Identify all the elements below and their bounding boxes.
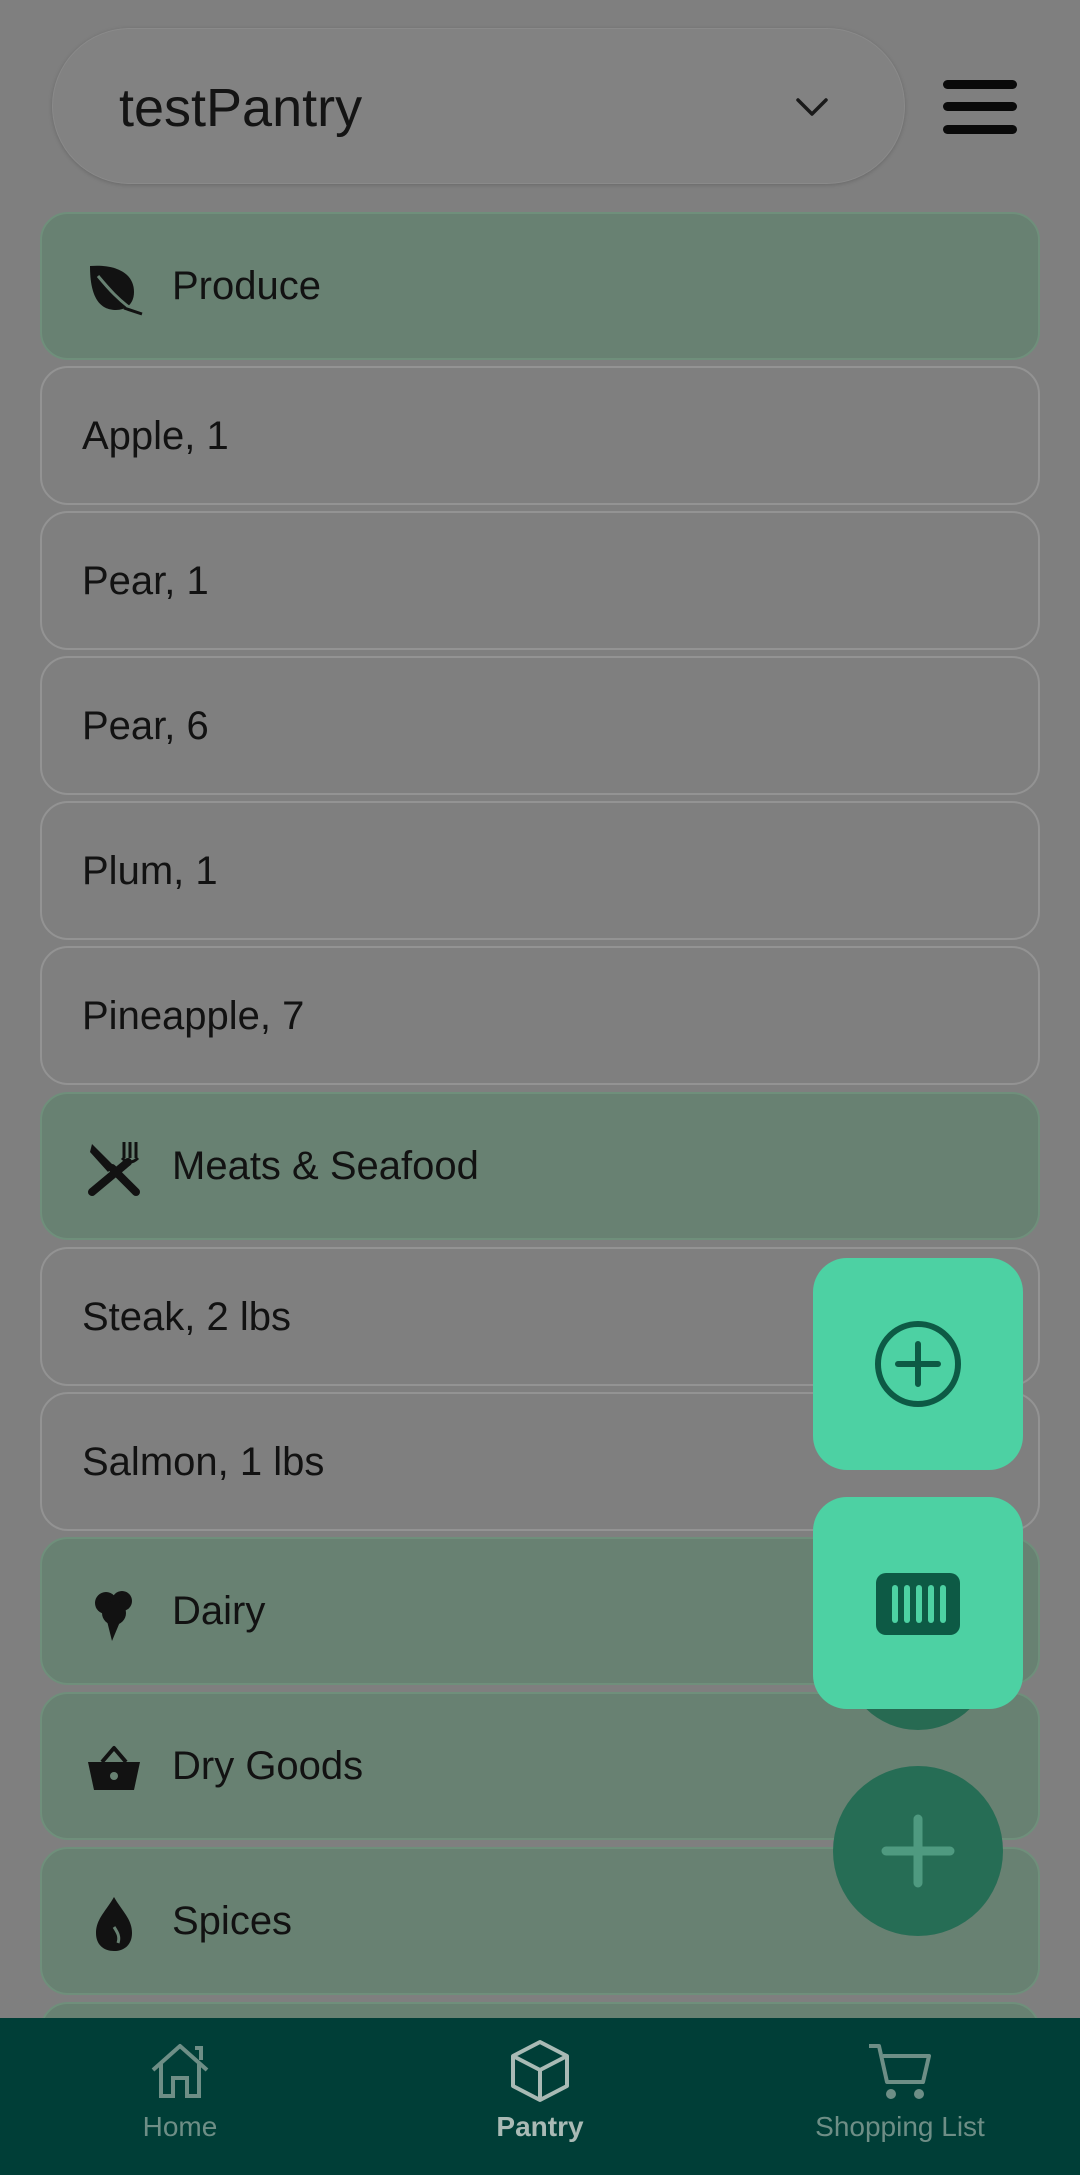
- pantry-name: testPantry: [119, 78, 363, 138]
- item-label: Pineapple, 7: [82, 994, 305, 1038]
- chevron-down-icon: [796, 98, 828, 116]
- nav-home[interactable]: Home: [80, 2018, 280, 2175]
- home-icon: [151, 2044, 209, 2098]
- item-label: Steak, 2 lbs: [82, 1295, 292, 1339]
- category-label: Meats & Seafood: [172, 1144, 479, 1188]
- list-item[interactable]: Plum, 1: [40, 801, 1040, 940]
- plus-icon: [881, 1814, 955, 1888]
- ice-cream-icon: [95, 1591, 132, 1641]
- top-bar: testPantry: [0, 0, 1080, 200]
- bottom-navigation: Home Pantry Shopping List: [0, 2018, 1080, 2175]
- item-label: Salmon, 1 lbs: [82, 1440, 325, 1484]
- circle-plus-icon: [875, 1321, 961, 1407]
- utensils-icon: [88, 1142, 140, 1196]
- list-item[interactable]: Apple, 1: [40, 366, 1040, 505]
- item-label: Plum, 1: [82, 849, 218, 893]
- pantry-selector[interactable]: testPantry: [52, 28, 905, 184]
- flame-icon: [96, 1897, 132, 1951]
- scan-barcode-button[interactable]: [813, 1497, 1023, 1709]
- category-label: Spices: [172, 1899, 293, 1943]
- list-item[interactable]: Pineapple, 7: [40, 946, 1040, 1085]
- item-label: Pear, 1: [82, 559, 209, 603]
- barcode-icon: [876, 1573, 960, 1635]
- nav-label: Home: [142, 2111, 218, 2142]
- nav-shopping-list[interactable]: Shopping List: [780, 2018, 1020, 2175]
- nav-pantry[interactable]: Pantry: [440, 2018, 640, 2175]
- category-meats-seafood[interactable]: Meats & Seafood: [40, 1092, 1040, 1240]
- box-icon: [511, 2040, 569, 2102]
- category-label: Dairy: [172, 1589, 266, 1633]
- category-label: Dry Goods: [172, 1744, 364, 1788]
- list-item[interactable]: Pear, 1: [40, 511, 1040, 650]
- nav-label: Shopping List: [815, 2111, 985, 2142]
- category-produce[interactable]: Produce: [40, 212, 1040, 360]
- nav-label: Pantry: [496, 2111, 584, 2142]
- hamburger-menu-icon[interactable]: [943, 80, 1017, 134]
- item-label: Apple, 1: [82, 414, 229, 458]
- cart-icon: [869, 2044, 931, 2099]
- leaf-icon: [90, 265, 143, 316]
- item-label: Pear, 6: [82, 704, 209, 748]
- basket-icon: [88, 1746, 140, 1790]
- toggle-actions-button[interactable]: [833, 1766, 1003, 1936]
- add-item-button[interactable]: [813, 1258, 1023, 1470]
- category-label: Produce: [172, 264, 321, 308]
- list-item[interactable]: Pear, 6: [40, 656, 1040, 795]
